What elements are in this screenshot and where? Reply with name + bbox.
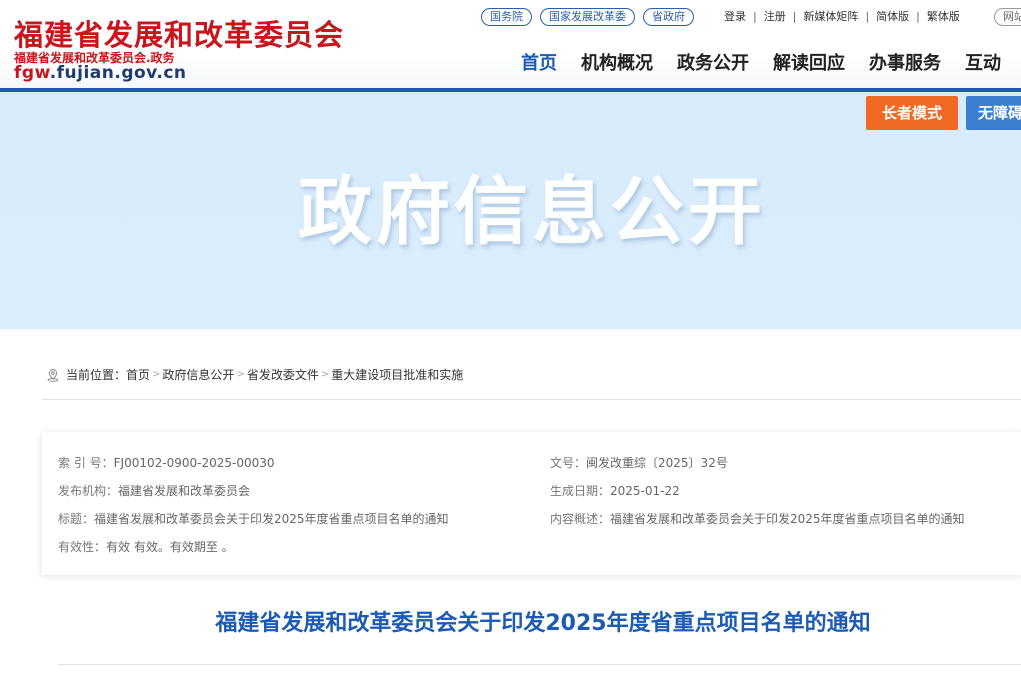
chevron-right-icon: > — [152, 369, 161, 380]
domain-prefix: fgw — [14, 63, 50, 83]
meta-index-label: 索 引 号： — [58, 456, 114, 470]
nav-home[interactable]: 首页 — [521, 49, 557, 75]
breadcrumb-major-projects[interactable]: 重大建设项目批准和实施 — [331, 366, 463, 383]
domain-rest: .fujian.gov.cn — [49, 63, 187, 83]
banner: 政府信息公开 长者模式 无障碍 — [0, 92, 1021, 329]
meta-validity-label: 有效性： — [58, 540, 107, 554]
meta-index: 索 引 号：FJ00102-0900-2025-00030 — [58, 455, 275, 471]
top-links: 国务院 国家发展改革委 省政府 — [481, 8, 694, 26]
simplified-link[interactable]: 简体版 — [876, 8, 909, 26]
chevron-right-icon: > — [320, 369, 330, 380]
meta-summary-value: 福建省发展和改革委员会关于印发2025年度省重点项目名单的通知 — [610, 512, 965, 526]
chevron-right-icon: > — [236, 369, 245, 380]
meta-validity-value: 有效 有效。有效期至 。 — [106, 540, 234, 554]
location-icon — [46, 368, 60, 382]
meta-org: 发布机构：福建省发展和改革委员会 — [58, 483, 250, 499]
elder-mode-button[interactable]: 长者模式 — [866, 96, 958, 130]
meta-org-value: 福建省发展和改革委员会 — [118, 484, 251, 498]
main-nav: 首页 机构概况 政务公开 解读回应 办事服务 互动 — [521, 49, 1001, 75]
document-title: 福建省发展和改革委员会关于印发2025年度省重点项目名单的通知 — [215, 611, 871, 636]
meta-doc-no: 文号：闽发改重综〔2025〕32号 — [550, 455, 728, 471]
meta-date-label: 生成日期： — [550, 484, 611, 498]
breadcrumb-label: 当前位置： — [66, 368, 127, 382]
banner-title: 政府信息公开 — [298, 169, 766, 255]
utility-links: 登录 | 注册 | 新媒体矩阵 | 简体版 | 繁体版 — [724, 8, 960, 26]
register-link[interactable]: 注册 — [764, 8, 786, 26]
link-provincial-gov[interactable]: 省政府 — [643, 8, 694, 26]
meta-title: 标题：福建省发展和改革委员会关于印发2025年度省重点项目名单的通知 — [58, 511, 449, 527]
divider: | — [865, 10, 870, 23]
site-header: 福建省发展和改革委员会 福建省发展和改革委员会.政务 fgw.fujian.go… — [0, 0, 1021, 88]
nav-organization[interactable]: 机构概况 — [581, 49, 653, 75]
meta-date-value: 2025-01-22 — [610, 484, 680, 498]
document-title-divider — [58, 664, 1021, 665]
document-meta-panel: 索 引 号：FJ00102-0900-2025-00030 文号：闽发改重综〔2… — [42, 432, 1021, 575]
meta-summary-label: 内容概述： — [550, 512, 611, 526]
meta-doc-no-value: 闽发改重综〔2025〕32号 — [586, 456, 728, 470]
new-media-link[interactable]: 新媒体矩阵 — [803, 8, 858, 26]
site-pill-link[interactable]: 网站 — [994, 8, 1021, 26]
meta-title-value: 福建省发展和改革委员会关于印发2025年度省重点项目名单的通知 — [94, 512, 449, 526]
breadcrumb-divider — [42, 399, 1021, 400]
meta-index-value: FJ00102-0900-2025-00030 — [113, 456, 275, 470]
link-state-council[interactable]: 国务院 — [481, 8, 532, 26]
link-ndrc[interactable]: 国家发展改革委 — [540, 8, 635, 26]
site-domain: fgw.fujian.gov.cn — [14, 63, 187, 83]
breadcrumb: 当前位置： 首页 > 政府信息公开 > 省发改委文件 > 重大建设项目批准和实施 — [46, 366, 463, 383]
nav-interaction[interactable]: 互动 — [965, 49, 1001, 75]
meta-doc-no-label: 文号： — [550, 456, 587, 470]
login-link[interactable]: 登录 — [724, 8, 746, 26]
meta-validity: 有效性：有效 有效。有效期至 。 — [58, 539, 234, 555]
accessibility-button[interactable]: 无障碍 — [966, 96, 1021, 130]
breadcrumb-info-disclosure[interactable]: 政府信息公开 — [162, 366, 234, 383]
nav-interpretation[interactable]: 解读回应 — [773, 49, 845, 75]
divider: | — [792, 10, 797, 23]
meta-summary: 内容概述：福建省发展和改革委员会关于印发2025年度省重点项目名单的通知 — [550, 511, 965, 527]
traditional-link[interactable]: 繁体版 — [927, 8, 960, 26]
divider: | — [916, 10, 920, 23]
breadcrumb-ndrc-files[interactable]: 省发改委文件 — [247, 366, 319, 383]
site-title[interactable]: 福建省发展和改革委员会 — [14, 12, 344, 54]
breadcrumb-home[interactable]: 首页 — [126, 366, 150, 383]
meta-org-label: 发布机构： — [58, 484, 119, 498]
nav-gov-affairs[interactable]: 政务公开 — [677, 49, 749, 75]
meta-date: 生成日期：2025-01-22 — [550, 483, 680, 499]
divider: | — [753, 10, 757, 23]
meta-title-label: 标题： — [58, 512, 95, 526]
nav-services[interactable]: 办事服务 — [869, 49, 941, 75]
